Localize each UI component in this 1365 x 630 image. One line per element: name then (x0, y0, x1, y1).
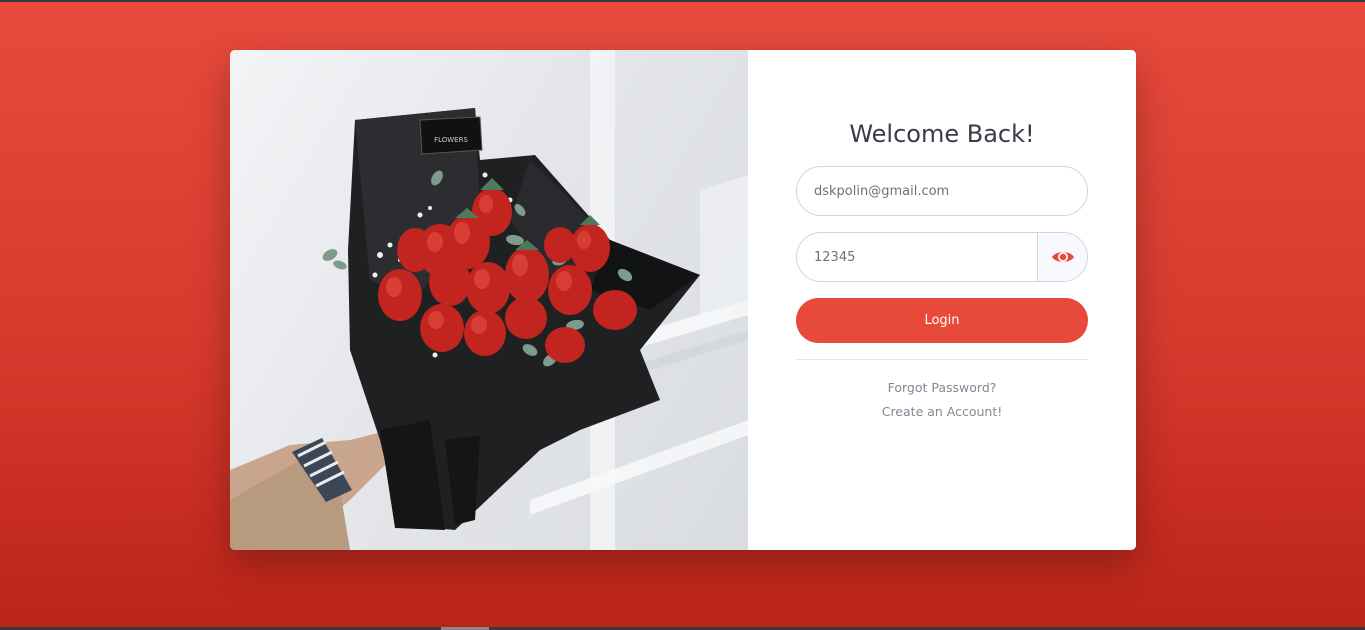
window-top-border (0, 0, 1365, 2)
create-account-link[interactable]: Create an Account! (748, 404, 1136, 419)
svg-text:FLOWERS: FLOWERS (434, 136, 468, 144)
email-field[interactable] (797, 167, 1087, 215)
login-form-pane: Welcome Back! Login Forgot Password? Cre… (748, 50, 1136, 550)
email-field-wrapper (796, 166, 1088, 216)
login-card: FLOWERS Welcome Back! dskpolin@gmail.com… (230, 50, 1136, 550)
divider (796, 359, 1088, 360)
show-password-button[interactable] (1037, 233, 1087, 281)
forgot-password-link[interactable]: Forgot Password? (748, 380, 1136, 395)
password-field[interactable] (797, 233, 1038, 281)
bouquet-photo: FLOWERS (230, 50, 748, 550)
eye-icon (1051, 252, 1074, 262)
login-button[interactable]: Login (796, 298, 1088, 343)
strawberry-bouquet-illustration: FLOWERS (230, 50, 748, 550)
page-title: Welcome Back! (849, 120, 1035, 148)
password-field-wrapper (796, 232, 1088, 282)
